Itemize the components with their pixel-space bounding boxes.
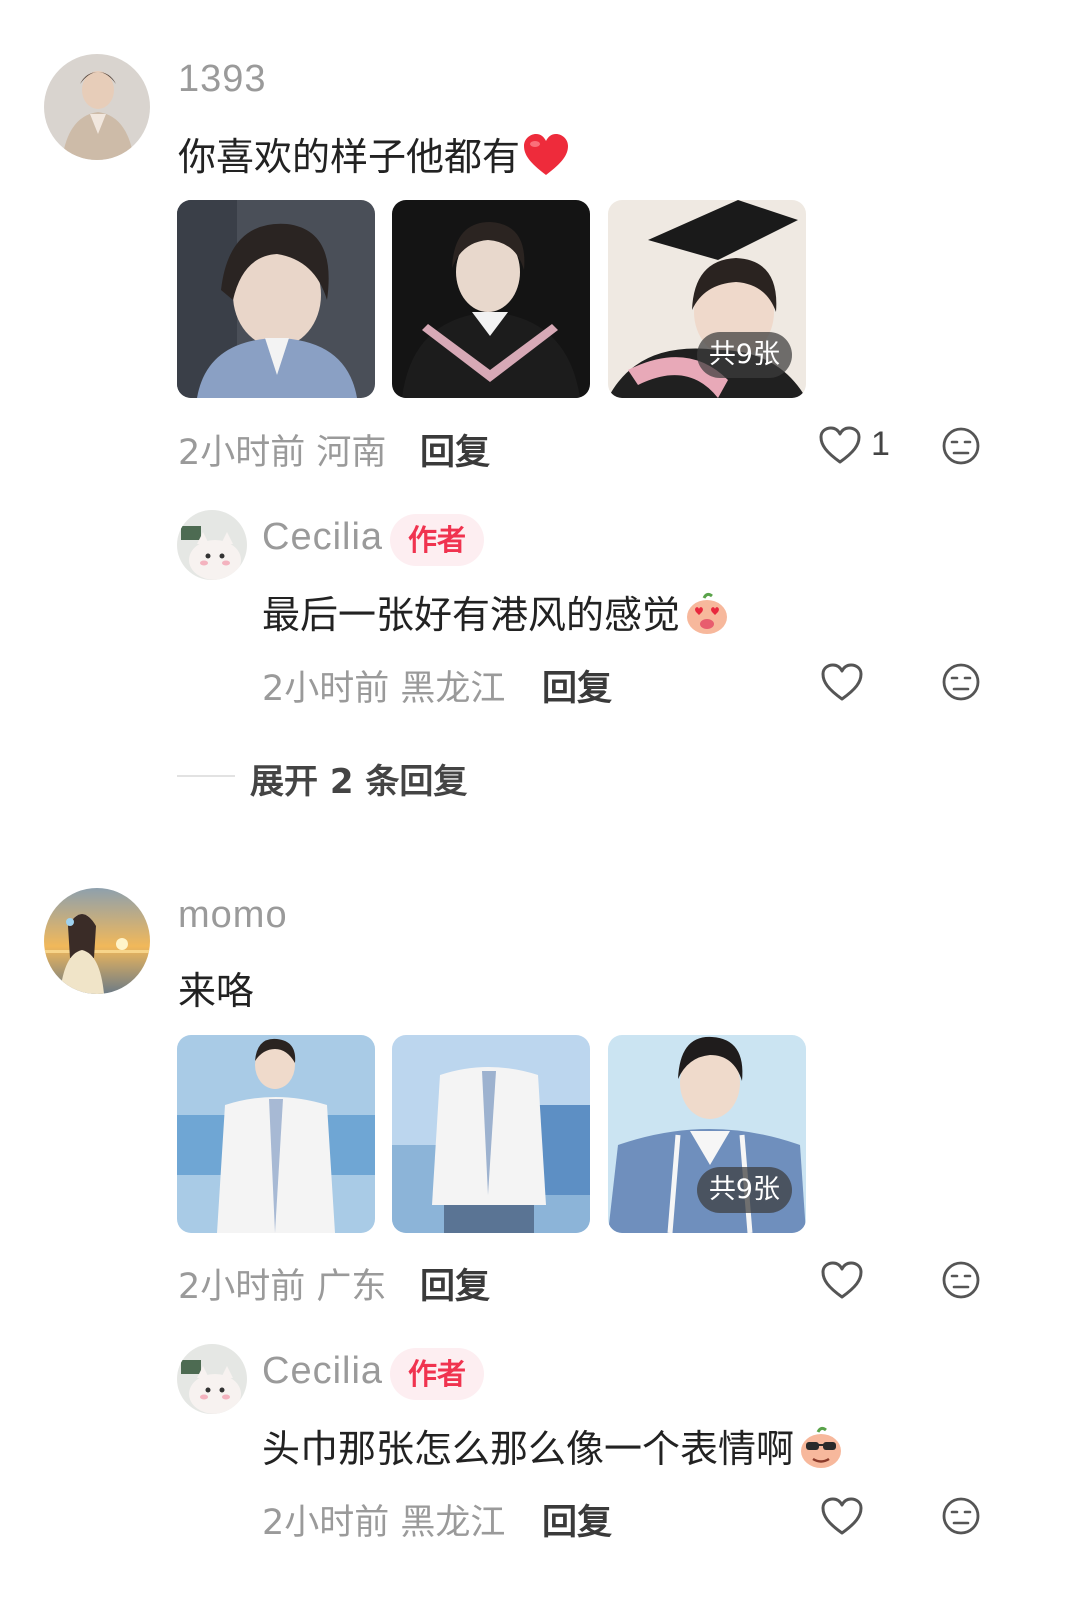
heart-outline-icon[interactable] [818, 425, 862, 469]
image-count-badge: 共9张 [696, 332, 792, 378]
reply-button[interactable]: 回复 [542, 1494, 612, 1545]
user-avatar[interactable] [44, 54, 150, 160]
comment-image[interactable] [177, 1035, 375, 1233]
heart-outline-icon[interactable] [820, 1496, 864, 1540]
comment-username[interactable]: momo [178, 894, 288, 937]
comment-image[interactable] [392, 1035, 590, 1233]
reply-button[interactable]: 回复 [420, 424, 490, 475]
comment-text: 你喜欢的样子他都有 [178, 126, 570, 186]
dislike-face-icon[interactable] [941, 1260, 981, 1304]
comment-image[interactable] [392, 200, 590, 398]
reply-text-content: 头巾那张怎么那么像一个表情啊 [262, 1427, 795, 1471]
heart-outline-icon[interactable] [820, 662, 864, 706]
heart-outline-icon[interactable] [820, 1260, 864, 1304]
dislike-face-icon[interactable] [941, 662, 981, 706]
expand-replies-button[interactable]: 展开 2 条回复 [250, 754, 467, 803]
comment-meta: 2小时前 广东 [178, 1267, 387, 1307]
reply-avatar[interactable] [177, 1344, 247, 1414]
image-count-badge: 共9张 [696, 1167, 792, 1213]
comment-text-content: 你喜欢的样子他都有 [178, 135, 521, 179]
reply-meta: 2小时前 黑龙江 [262, 1503, 506, 1543]
reply-text: 最后一张好有港风的感觉 [262, 584, 730, 645]
dislike-face-icon[interactable] [941, 1496, 981, 1540]
comment-text: 来咯 [178, 969, 255, 1013]
comment-image[interactable]: 共9张 [608, 200, 806, 398]
reply-meta: 2小时前 黑龙江 [262, 669, 506, 709]
reply-username[interactable]: Cecilia [262, 516, 383, 559]
comment-image[interactable] [177, 200, 375, 398]
user-avatar[interactable] [44, 888, 150, 994]
dislike-face-icon[interactable] [941, 426, 981, 470]
reply-avatar[interactable] [177, 510, 247, 580]
comment-username[interactable]: 1393 [178, 58, 267, 101]
expand-divider [177, 775, 235, 777]
reply-button[interactable]: 回复 [420, 1258, 490, 1309]
comment-image[interactable]: 共9张 [608, 1035, 806, 1233]
like-count: 1 [871, 425, 890, 463]
author-badge: 作者 [390, 514, 485, 566]
red-heart-icon [522, 133, 570, 186]
reply-text: 头巾那张怎么那么像一个表情啊 [262, 1418, 844, 1479]
sunglasses-pig-emoji-icon [798, 1424, 844, 1479]
reply-text-content: 最后一张好有港风的感觉 [262, 593, 681, 637]
reply-username[interactable]: Cecilia [262, 1350, 383, 1393]
reply-button[interactable]: 回复 [542, 660, 612, 711]
heart-eyes-pig-emoji-icon [684, 590, 730, 645]
comment-meta: 2小时前 河南 [178, 433, 387, 473]
author-badge: 作者 [390, 1348, 485, 1400]
